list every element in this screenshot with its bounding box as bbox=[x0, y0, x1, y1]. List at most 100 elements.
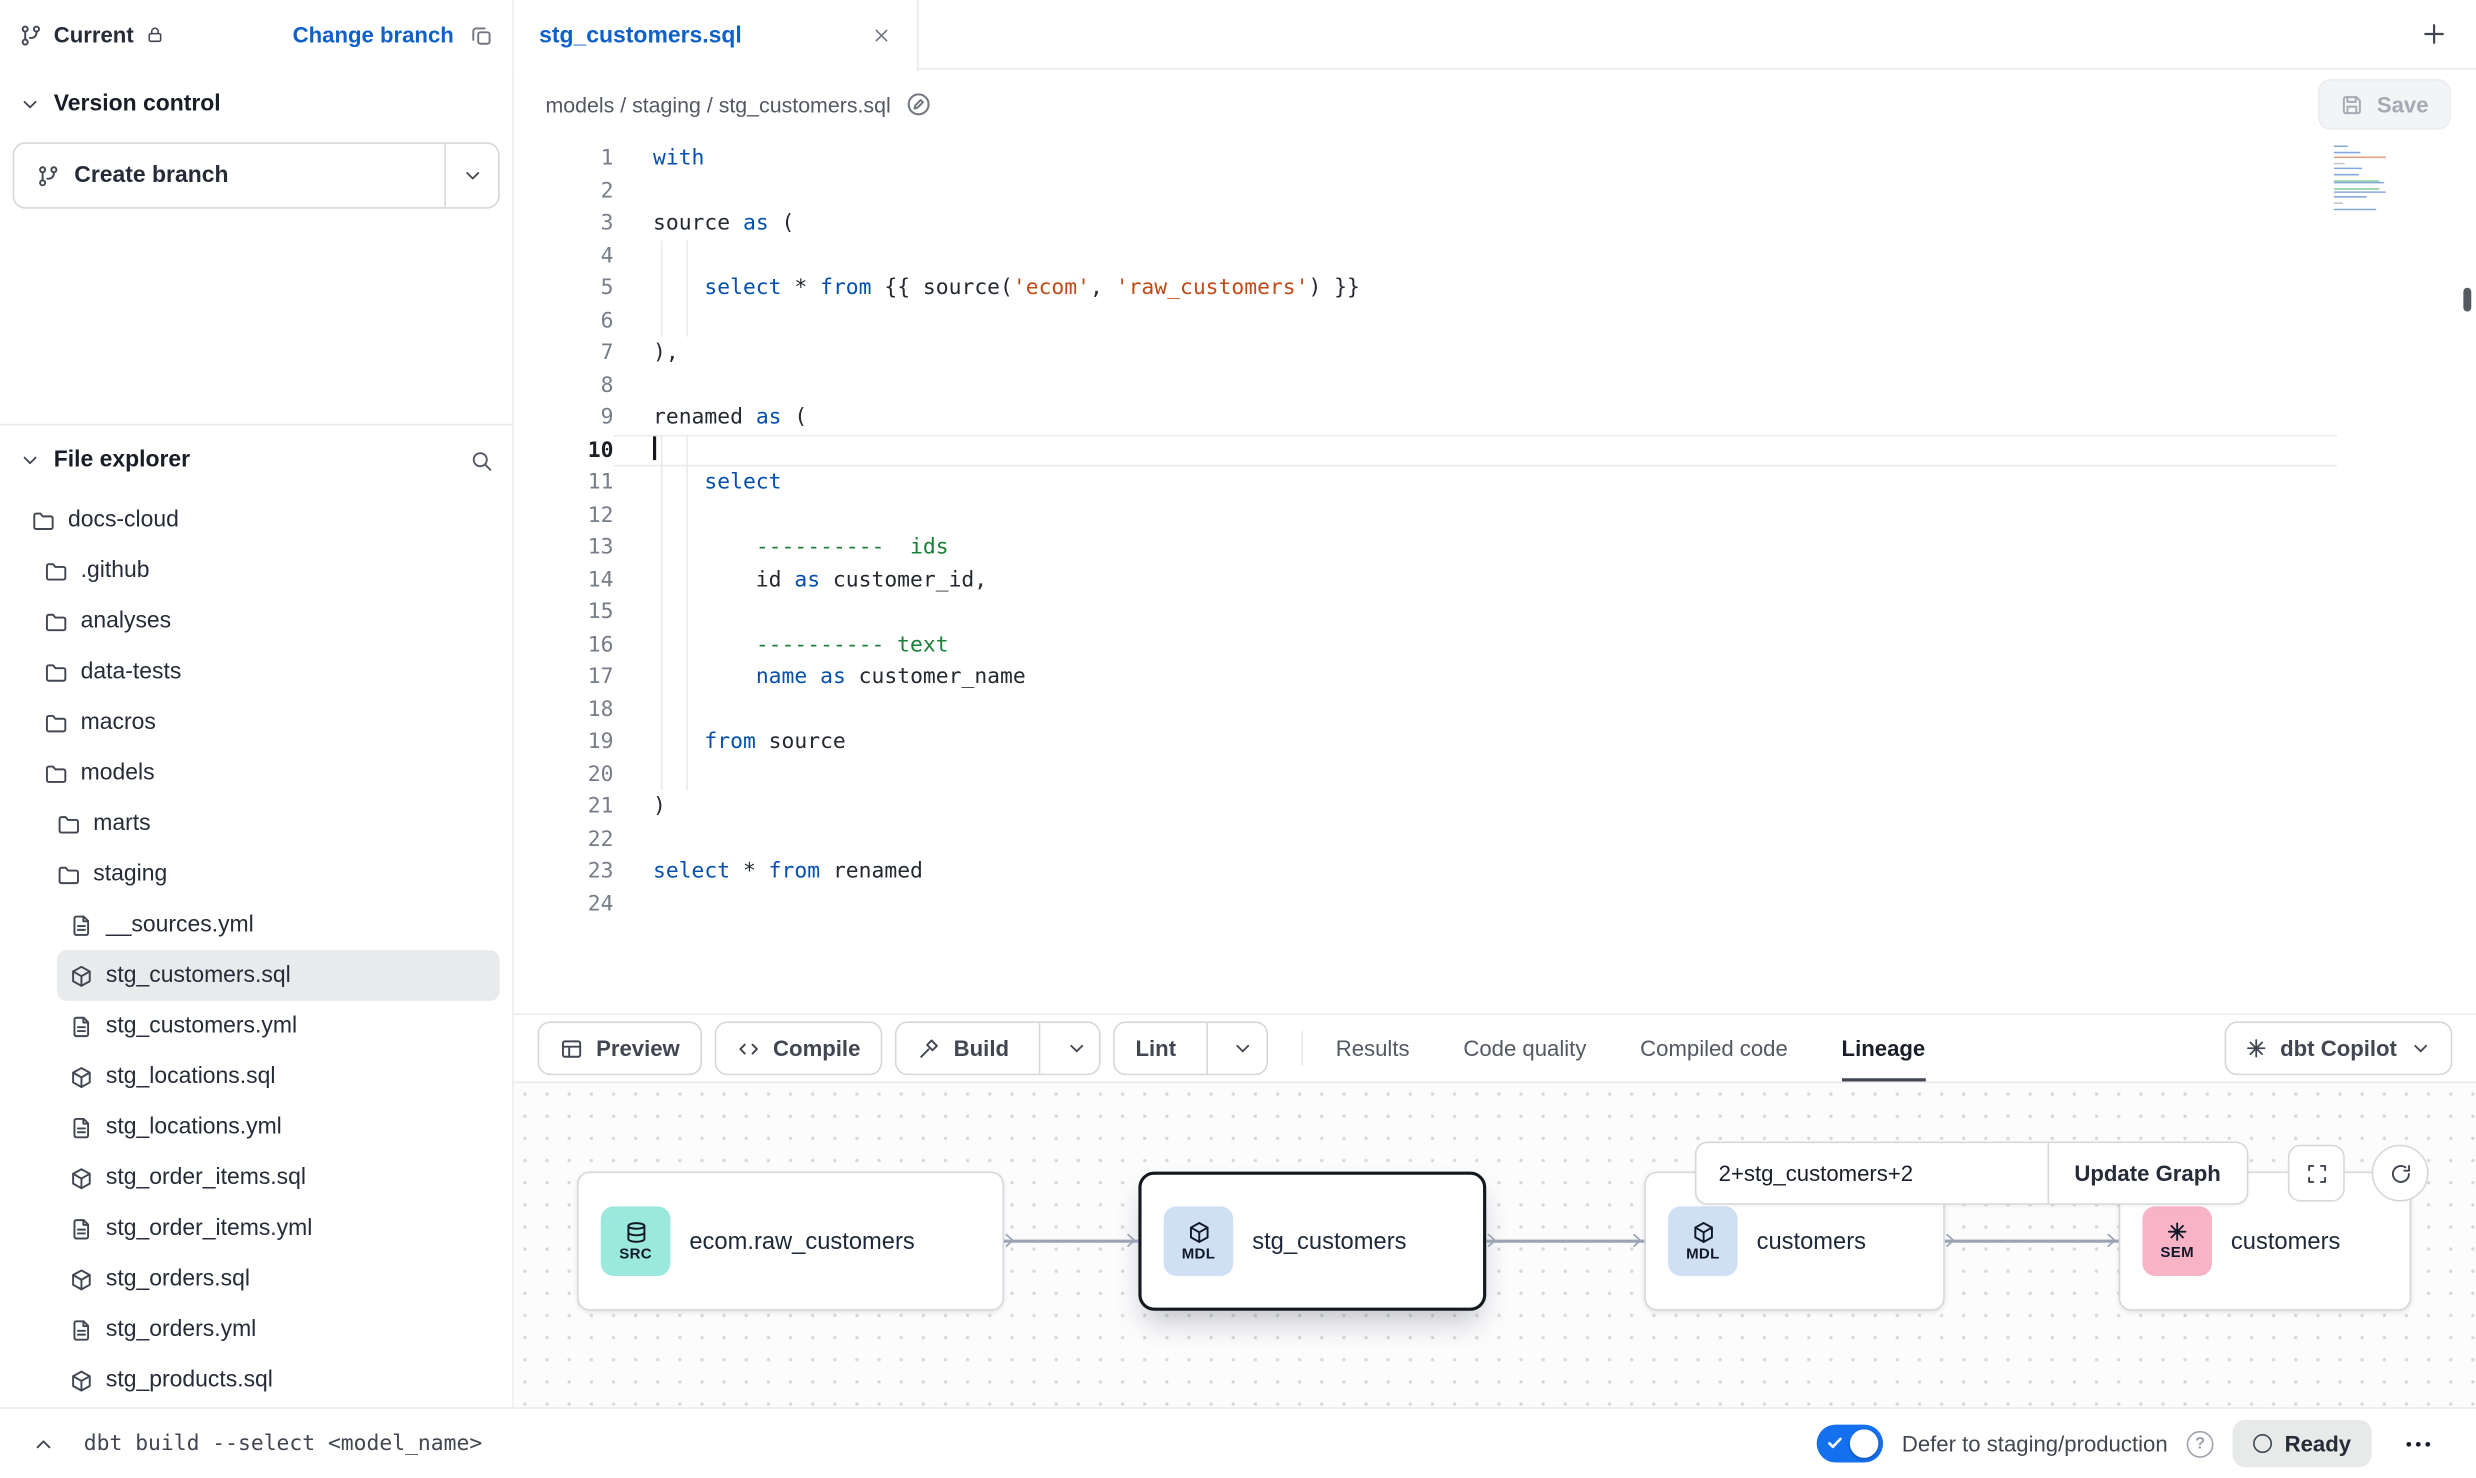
file-tree-item-stg_locations.yml[interactable]: stg_locations.yml bbox=[57, 1102, 500, 1153]
more-options-button[interactable] bbox=[2391, 1420, 2445, 1467]
compile-button[interactable]: Compile bbox=[715, 1021, 883, 1075]
expand-panel-icon[interactable] bbox=[32, 1432, 56, 1456]
code-line-14[interactable]: 14 id as customer_id, bbox=[514, 564, 2476, 596]
lint-dropdown[interactable] bbox=[1220, 1023, 1266, 1074]
loom-icon bbox=[2166, 1221, 2188, 1243]
file-tree-item-stg_products.sql[interactable]: stg_products.sql bbox=[57, 1355, 500, 1406]
tab-results[interactable]: Results bbox=[1336, 1015, 1410, 1081]
line-number: 19 bbox=[514, 726, 614, 758]
file-explorer-header[interactable]: File explorer bbox=[0, 425, 512, 495]
defer-toggle[interactable] bbox=[1816, 1425, 1882, 1463]
version-control-title: Version control bbox=[54, 92, 221, 117]
file-tree-item-analyses[interactable]: analyses bbox=[32, 596, 500, 647]
file-icon bbox=[70, 1014, 94, 1038]
git-branch-icon bbox=[19, 23, 43, 47]
code-line-1[interactable]: 1with bbox=[514, 142, 2476, 174]
change-branch-link[interactable]: Change branch bbox=[293, 22, 454, 47]
file-tree-item-docs-cloud[interactable]: docs-cloud bbox=[19, 495, 500, 546]
code-line-15[interactable]: 15 bbox=[514, 596, 2476, 628]
code-line-18[interactable]: 18 bbox=[514, 693, 2476, 725]
scrollbar-thumb[interactable] bbox=[2463, 288, 2471, 312]
toolbar-divider bbox=[1301, 1031, 1303, 1066]
version-control-section-header[interactable]: Version control bbox=[0, 70, 512, 133]
minimap[interactable] bbox=[2334, 145, 2388, 221]
update-graph-button[interactable]: Update Graph bbox=[2048, 1143, 2247, 1203]
file-tree-item-stg_order_items.yml[interactable]: stg_order_items.yml bbox=[57, 1203, 500, 1254]
code-line-22[interactable]: 22 bbox=[514, 823, 2476, 855]
code-line-10[interactable]: 10 bbox=[514, 434, 2476, 466]
git-branch-icon bbox=[36, 164, 60, 188]
tab-lineage[interactable]: Lineage bbox=[1842, 1015, 1926, 1081]
file-name: stg_customers.yml bbox=[106, 1013, 297, 1038]
tab-stg_customers-sql[interactable]: stg_customers.sql bbox=[514, 0, 919, 71]
file-tree-item-macros[interactable]: macros bbox=[32, 697, 500, 748]
save-button[interactable]: Save bbox=[2318, 79, 2450, 130]
create-branch-dropdown[interactable] bbox=[444, 144, 498, 207]
fullscreen-button[interactable] bbox=[2288, 1145, 2345, 1202]
code-line-11[interactable]: 11 select bbox=[514, 466, 2476, 498]
code-editor[interactable]: 1with23source as (45 select * from {{ so… bbox=[514, 139, 2476, 1013]
code-line-16[interactable]: 16 ---------- text bbox=[514, 628, 2476, 660]
arrow-icon bbox=[2101, 1230, 2122, 1251]
code-line-9[interactable]: 9renamed as ( bbox=[514, 402, 2476, 434]
file-tree-item-marts[interactable]: marts bbox=[44, 798, 499, 849]
close-icon[interactable] bbox=[871, 25, 892, 46]
lineage-controls: 2+stg_customers+2 Update Graph bbox=[1695, 1142, 2248, 1205]
search-icon[interactable] bbox=[470, 448, 494, 472]
tab-code-quality[interactable]: Code quality bbox=[1463, 1015, 1586, 1081]
lineage-node-stg_customers[interactable]: MDLstg_customers bbox=[1138, 1172, 1486, 1311]
code-line-17[interactable]: 17 name as customer_name bbox=[514, 661, 2476, 693]
new-tab-icon[interactable] bbox=[2421, 21, 2448, 48]
code-line-21[interactable]: 21) bbox=[514, 791, 2476, 823]
file-tree-item-stg_order_items.sql[interactable]: stg_order_items.sql bbox=[57, 1153, 500, 1204]
code-line-24[interactable]: 24 bbox=[514, 888, 2476, 920]
line-number: 18 bbox=[514, 693, 614, 725]
status-ready-badge[interactable]: Ready bbox=[2232, 1420, 2371, 1467]
file-tree-item-__sources.yml[interactable]: __sources.yml bbox=[57, 900, 500, 951]
file-tree-item-stg_customers.sql[interactable]: stg_customers.sql bbox=[57, 950, 500, 1001]
build-dropdown[interactable] bbox=[1053, 1023, 1099, 1074]
code-line-6[interactable]: 6 bbox=[514, 304, 2476, 336]
dbt-copilot-button[interactable]: dbt Copilot bbox=[2225, 1021, 2452, 1075]
file-tree-item-stg_locations.sql[interactable]: stg_locations.sql bbox=[57, 1051, 500, 1102]
copy-icon[interactable] bbox=[470, 23, 494, 47]
file-name: stg_locations.sql bbox=[106, 1064, 275, 1089]
code-line-3[interactable]: 3source as ( bbox=[514, 207, 2476, 239]
help-icon[interactable]: ? bbox=[2187, 1430, 2214, 1457]
preview-button[interactable]: Preview bbox=[538, 1021, 702, 1075]
edit-circle-icon[interactable] bbox=[907, 92, 932, 117]
current-branch[interactable]: Current bbox=[19, 22, 164, 47]
code-line-23[interactable]: 23select * from renamed bbox=[514, 855, 2476, 887]
code-line-5[interactable]: 5 select * from {{ source('ecom', 'raw_c… bbox=[514, 272, 2476, 304]
chevron-down-icon bbox=[19, 449, 41, 471]
line-number: 10 bbox=[514, 434, 614, 466]
code-text: select * from {{ source('ecom', 'raw_cus… bbox=[613, 272, 2336, 304]
code-line-4[interactable]: 4 bbox=[514, 240, 2476, 272]
code-line-8[interactable]: 8 bbox=[514, 369, 2476, 401]
refresh-button[interactable] bbox=[2372, 1145, 2429, 1202]
code-line-13[interactable]: 13 ---------- ids bbox=[514, 531, 2476, 563]
code-line-20[interactable]: 20 bbox=[514, 758, 2476, 790]
file-tree-item-data-tests[interactable]: data-tests bbox=[32, 647, 500, 698]
code-line-2[interactable]: 2 bbox=[514, 175, 2476, 207]
code-line-19[interactable]: 19 from source bbox=[514, 726, 2476, 758]
lineage-selector-input[interactable]: 2+stg_customers+2 bbox=[1697, 1143, 2048, 1203]
tab-compiled-code[interactable]: Compiled code bbox=[1640, 1015, 1788, 1081]
build-button[interactable]: Build bbox=[895, 1021, 1101, 1075]
fullscreen-icon bbox=[2304, 1161, 2328, 1185]
status-ring-icon bbox=[2253, 1434, 2272, 1453]
file-tree-item-stg_customers.yml[interactable]: stg_customers.yml bbox=[57, 1001, 500, 1052]
create-branch-button[interactable]: Create branch bbox=[13, 142, 500, 208]
file-tree-item-stg_orders.yml[interactable]: stg_orders.yml bbox=[57, 1304, 500, 1355]
lint-button[interactable]: Lint bbox=[1113, 1021, 1267, 1075]
lineage-panel[interactable]: SRCecom.raw_customersMDLstg_customersMDL… bbox=[514, 1081, 2476, 1407]
lineage-node-ecom.raw_customers[interactable]: SRCecom.raw_customers bbox=[577, 1172, 1004, 1311]
file-tree-item-models[interactable]: models bbox=[32, 748, 500, 799]
file-tree-item-staging[interactable]: staging bbox=[44, 849, 499, 900]
save-label: Save bbox=[2377, 92, 2429, 117]
file-tree-item-.github[interactable]: .github bbox=[32, 545, 500, 596]
file-tree-item-stg_orders.sql[interactable]: stg_orders.sql bbox=[57, 1254, 500, 1305]
code-text bbox=[613, 888, 2336, 920]
code-line-12[interactable]: 12 bbox=[514, 499, 2476, 531]
code-line-7[interactable]: 7), bbox=[514, 337, 2476, 369]
